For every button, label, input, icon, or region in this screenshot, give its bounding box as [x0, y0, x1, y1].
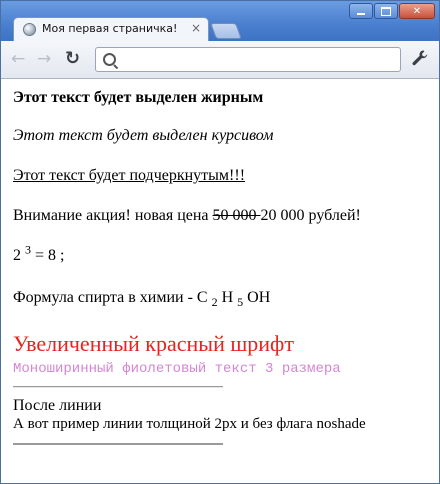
math-rest: = 8 ; — [31, 247, 65, 264]
globe-icon — [23, 23, 36, 36]
formula-prefix: Формула спирта в химии - C — [13, 289, 212, 306]
example-text: А вот пример линии толщиной 2px и без фл… — [13, 416, 366, 432]
sale-text: Внимание акция! новая цена 50 000 20 000… — [13, 207, 361, 225]
red-large-text: Увеличенный красный шрифт — [13, 331, 294, 356]
formula-text: Формула спирта в химии - C 2 H 5 OH — [13, 289, 271, 308]
horizontal-rule-shaded — [13, 386, 223, 388]
after-line-text: После линии — [13, 397, 102, 414]
page-content: Этот текст будет выделен жирным Этот тек… — [1, 79, 439, 483]
new-tab-button[interactable] — [210, 23, 242, 39]
underline-text: Этот текст будет подчеркнутым!!! — [13, 167, 246, 184]
maximize-icon — [381, 6, 391, 16]
math-text: 2 3 = 8 ; — [13, 244, 65, 265]
close-icon: ✕ — [412, 5, 422, 17]
horizontal-rule-2px — [13, 443, 223, 445]
sale-new-price: 20 000 рублей! — [260, 207, 361, 224]
math-base: 2 — [13, 247, 25, 264]
wrench-icon[interactable] — [411, 49, 429, 67]
tab-active[interactable]: Моя первая страничка! × — [13, 17, 209, 41]
tab-close-icon[interactable]: × — [191, 21, 201, 35]
toolbar: ← → ↻ — [1, 41, 439, 79]
minimize-icon — [357, 12, 365, 15]
minimize-button[interactable] — [349, 3, 373, 19]
sale-old-price: 50 000 — [212, 207, 261, 224]
search-icon — [103, 53, 116, 66]
forward-arrow-icon[interactable]: → — [37, 50, 51, 68]
close-window-button[interactable]: ✕ — [399, 3, 435, 19]
reload-icon[interactable]: ↻ — [65, 50, 80, 68]
mono-violet-text: Моноширинный фиолетовый текст 3 размера — [13, 361, 341, 377]
formula-end: OH — [243, 289, 271, 306]
italic-text: Этот текст будет выделен курсивом — [13, 127, 274, 144]
formula-mid: H — [217, 289, 238, 306]
browser-window: ✕ Моя первая страничка! × ← → ↻ Этот тек… — [0, 0, 440, 484]
sale-prefix: Внимание акция! новая цена — [13, 207, 213, 224]
maximize-button[interactable] — [374, 3, 398, 19]
bold-text: Этот текст будет выделен жирным — [13, 89, 264, 106]
address-bar[interactable] — [95, 47, 401, 72]
tab-title: Моя первая страничка! — [42, 22, 178, 35]
back-arrow-icon[interactable]: ← — [11, 50, 25, 68]
window-controls: ✕ — [349, 3, 435, 19]
title-bar: ✕ Моя первая страничка! × — [1, 1, 439, 41]
